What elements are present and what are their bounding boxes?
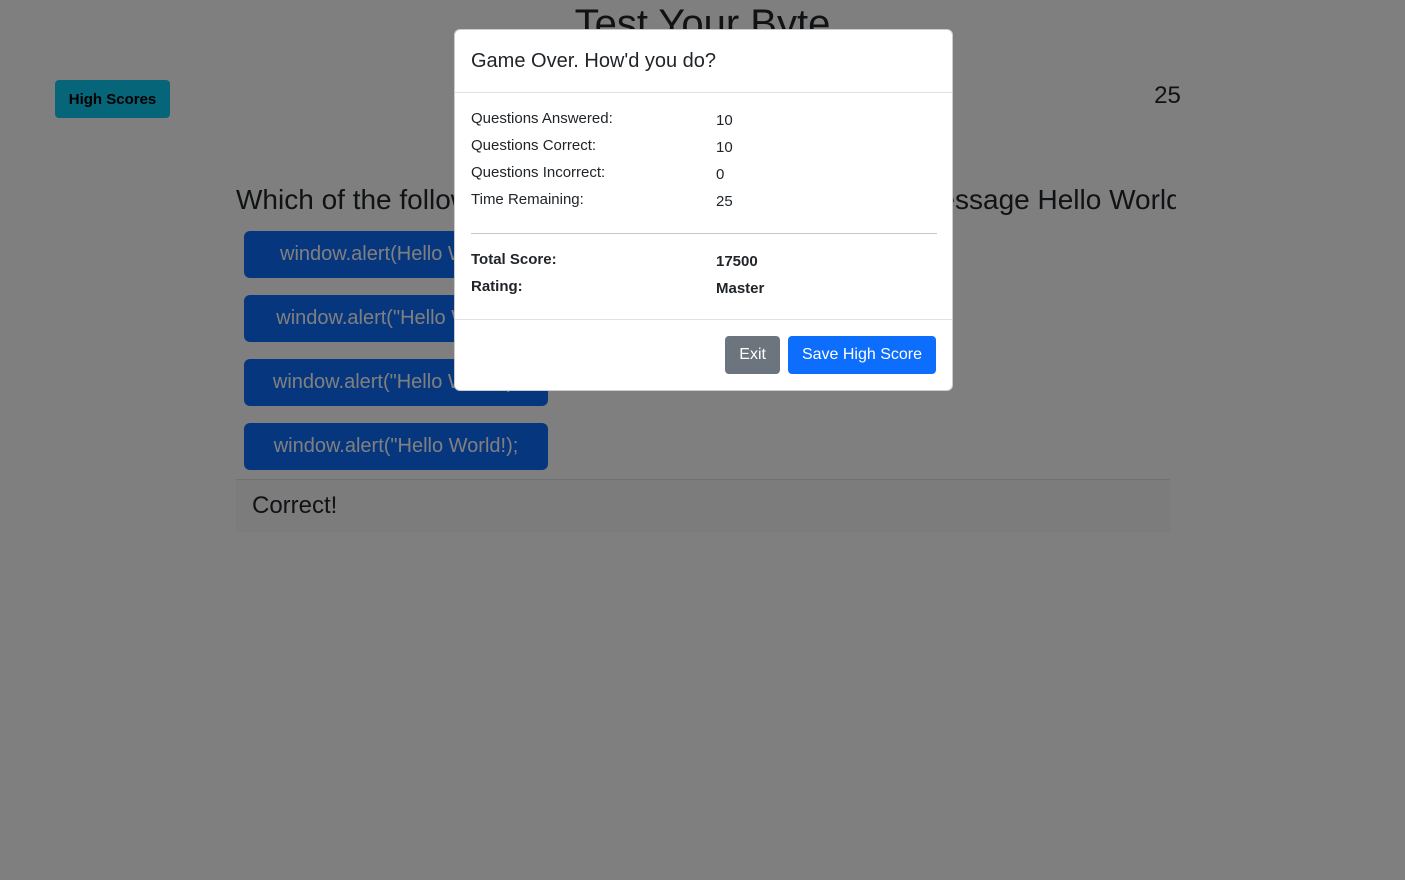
game-over-modal: Game Over. How'd you do? Questions Answe… [454, 29, 953, 391]
stat-value: 10 [716, 139, 733, 156]
stat-value: 10 [716, 112, 733, 129]
stat-label: Questions Answered: [471, 110, 613, 127]
stat-value: 0 [716, 166, 725, 183]
exit-button[interactable]: Exit [725, 336, 780, 374]
modal-title: Game Over. How'd you do? [471, 49, 717, 72]
stat-questions-incorrect: Questions Incorrect: 0 [471, 164, 941, 191]
stat-label: Total Score: [471, 251, 557, 268]
stat-total-score: Total Score: 17500 [471, 251, 941, 278]
stat-label: Questions Correct: [471, 137, 597, 154]
stats-divider [471, 233, 937, 234]
save-high-score-button[interactable]: Save High Score [787, 336, 936, 374]
stat-label: Time Remaining: [471, 191, 584, 208]
modal-body: Questions Answered: 10 Questions Correct… [455, 93, 952, 321]
modal-header: Game Over. How'd you do? [455, 30, 952, 93]
stat-value: 25 [716, 193, 733, 210]
stat-value: Master [716, 280, 765, 297]
stat-label: Rating: [471, 278, 523, 295]
stat-label: Questions Incorrect: [471, 164, 606, 181]
stat-time-remaining: Time Remaining: 25 [471, 191, 941, 218]
stat-questions-correct: Questions Correct: 10 [471, 137, 941, 164]
stat-questions-answered: Questions Answered: 10 [471, 110, 941, 137]
stat-rating: Rating: Master [471, 278, 941, 305]
modal-footer: Exit Save High Score [455, 319, 952, 390]
stat-value: 17500 [716, 253, 758, 270]
